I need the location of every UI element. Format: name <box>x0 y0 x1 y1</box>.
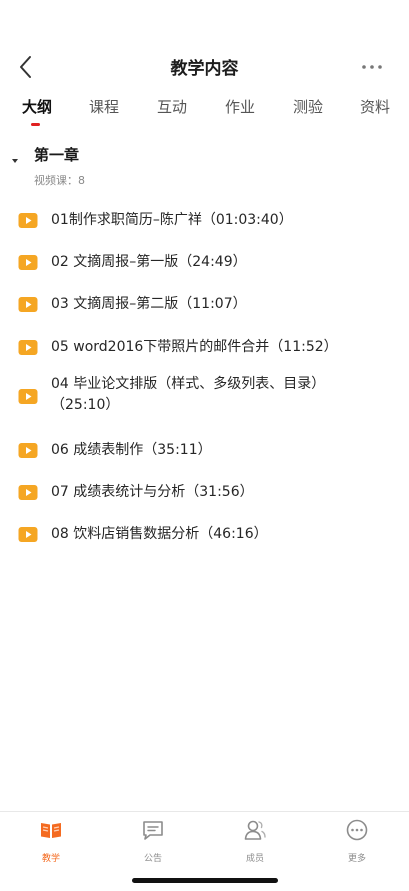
tab-outline[interactable]: 大纲 <box>22 96 52 117</box>
home-indicator <box>132 878 278 883</box>
bottom-tab-label: 成员 <box>245 854 264 864</box>
tab-quiz[interactable]: 测验 <box>293 96 323 117</box>
members-icon <box>243 818 267 842</box>
bottom-tab-label: 更多 <box>347 854 366 864</box>
tab-interaction[interactable]: 互动 <box>157 96 187 117</box>
section-tabs: 大纲 课程 互动 作业 测验 资料 <box>0 96 409 132</box>
video-play-icon <box>18 388 38 405</box>
lesson-title: 02 文摘周报–第一版（24:49） <box>51 254 247 270</box>
message-icon <box>141 818 165 842</box>
video-play-icon <box>18 296 38 313</box>
tab-courses[interactable]: 课程 <box>89 96 119 117</box>
active-tab-indicator <box>31 123 40 126</box>
page-title: 教学内容 <box>170 59 239 79</box>
video-play-icon <box>18 339 38 356</box>
more-circle-icon <box>345 818 369 842</box>
bottom-tab-label: 公告 <box>143 854 162 864</box>
more-button[interactable] <box>357 54 387 80</box>
video-play-icon <box>18 526 38 543</box>
lesson-title: 08 饮料店销售数据分析（46:16） <box>51 526 268 542</box>
book-icon <box>39 818 63 842</box>
lesson-title: 01制作求职简历–陈广祥（01:03:40） <box>51 212 293 228</box>
video-play-icon <box>18 442 38 459</box>
lesson-title: 04 毕业论文排版（样式、多级列表、目录）（25:10） <box>51 376 326 413</box>
more-dots-icon <box>362 65 382 69</box>
bottom-tab-members[interactable]: 成员 <box>215 818 295 866</box>
tab-homework[interactable]: 作业 <box>225 96 255 117</box>
bottom-tab-label: 教学 <box>41 854 60 864</box>
lesson-title: 03 文摘周报–第二版（11:07） <box>51 296 247 312</box>
video-play-icon <box>18 254 38 271</box>
lesson-title: 05 word2016下带照片的邮件合并（11:52） <box>51 339 338 355</box>
bottom-tab-more[interactable]: 更多 <box>317 818 397 866</box>
bottom-tab-teaching[interactable]: 教学 <box>11 818 91 866</box>
course-content-screen: 教学内容 大纲 课程 互动 作业 测验 资料 第一章 视频课：8 01制作求职简… <box>0 0 409 891</box>
lesson-title: 07 成绩表统计与分析（31:56） <box>51 484 254 500</box>
chapter-title[interactable]: 第一章 <box>34 144 79 165</box>
video-count: 视频课：8 <box>34 174 85 187</box>
top-navbar: 教学内容 <box>0 46 409 88</box>
video-play-icon <box>18 212 38 229</box>
chapter-collapse-toggle[interactable] <box>10 151 20 163</box>
bottom-tab-announcements[interactable]: 公告 <box>113 818 193 866</box>
video-play-icon <box>18 484 38 501</box>
caret-down-icon <box>12 159 18 163</box>
lesson-title: 06 成绩表制作（35:11） <box>51 442 212 458</box>
tab-materials[interactable]: 资料 <box>360 96 390 117</box>
